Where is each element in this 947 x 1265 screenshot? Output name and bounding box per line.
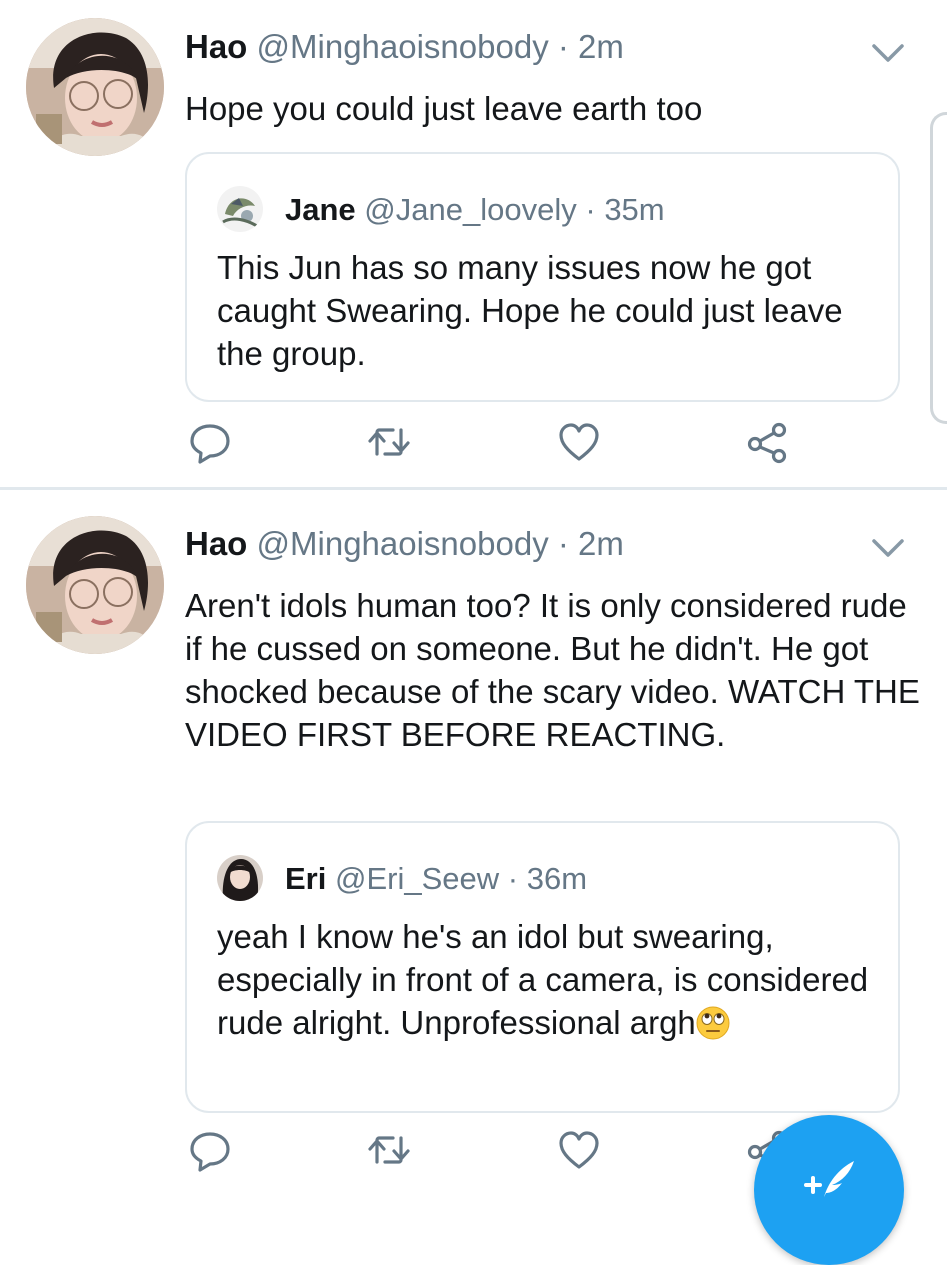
quoted-header: Jane @Jane_loovely · 35m bbox=[285, 190, 665, 230]
avatar[interactable] bbox=[26, 18, 164, 156]
like-button[interactable] bbox=[549, 1120, 609, 1180]
face-with-rolling-eyes-icon bbox=[696, 1006, 730, 1040]
quoted-author-name: Jane bbox=[285, 192, 356, 227]
reply-button[interactable] bbox=[180, 412, 240, 472]
quoted-timestamp: 36m bbox=[526, 861, 588, 896]
quoted-author-name: Eri bbox=[285, 861, 327, 896]
tweet[interactable]: Hao @Minghaoisnobody · 2m Hope you could… bbox=[0, 0, 947, 488]
retweet-icon bbox=[368, 1136, 410, 1164]
separator-dot: · bbox=[557, 525, 569, 562]
reply-button[interactable] bbox=[180, 1120, 240, 1180]
quoted-text: This Jun has so many issues now he got c… bbox=[217, 249, 843, 372]
chevron-down-icon[interactable] bbox=[870, 536, 906, 560]
quoted-author-handle: @Jane_loovely bbox=[364, 192, 577, 227]
like-button[interactable] bbox=[549, 412, 609, 472]
tweet-header: Hao @Minghaoisnobody · 2m bbox=[185, 524, 624, 564]
reply-icon bbox=[190, 424, 230, 464]
quoted-timestamp: 35m bbox=[604, 192, 665, 227]
quoted-text-block: yeah I know he's an idol but swearing, e… bbox=[217, 915, 877, 1044]
quoted-tweet[interactable]: Jane @Jane_loovely · 35m This Jun has so… bbox=[185, 152, 900, 402]
retweet-button[interactable] bbox=[359, 412, 419, 472]
tweet-actions bbox=[0, 412, 947, 472]
separator-dot: · bbox=[507, 861, 519, 896]
tweet-text: Hope you could just leave earth too bbox=[185, 90, 703, 127]
like-icon bbox=[559, 1131, 599, 1169]
timestamp[interactable]: 2m bbox=[578, 525, 624, 562]
tweet-text: Aren't idols human too? It is only consi… bbox=[185, 587, 920, 753]
compose-tweet-button[interactable] bbox=[754, 1115, 904, 1265]
quoted-text: yeah I know he's an idol but swearing, e… bbox=[217, 918, 869, 1041]
chevron-down-icon[interactable] bbox=[870, 41, 906, 65]
compose-tweet-icon bbox=[804, 1161, 854, 1197]
separator-dot: · bbox=[585, 192, 596, 227]
avatar-photo bbox=[26, 18, 164, 156]
quoted-author-handle: @Eri_Seew bbox=[334, 861, 500, 896]
retweet-icon bbox=[368, 428, 410, 456]
avatar[interactable] bbox=[26, 516, 164, 654]
quoted-avatar bbox=[217, 855, 263, 901]
share-icon bbox=[747, 422, 787, 464]
scrollbar[interactable] bbox=[930, 112, 947, 424]
author-handle[interactable]: @Minghaoisnobody bbox=[257, 28, 549, 65]
quoted-avatar bbox=[217, 186, 263, 232]
reply-icon bbox=[190, 1132, 230, 1172]
quoted-header: Eri @Eri_Seew · 36m bbox=[285, 859, 587, 899]
tweet[interactable]: Hao @Minghaoisnobody · 2m Aren't idols h… bbox=[0, 490, 947, 1200]
tweet-header: Hao @Minghaoisnobody · 2m bbox=[185, 27, 624, 67]
like-icon bbox=[559, 423, 599, 461]
author-handle[interactable]: @Minghaoisnobody bbox=[257, 525, 549, 562]
author-name[interactable]: Hao bbox=[185, 28, 247, 65]
share-button[interactable] bbox=[737, 412, 797, 472]
separator-dot: · bbox=[557, 28, 569, 65]
retweet-button[interactable] bbox=[359, 1120, 419, 1180]
avatar-photo bbox=[26, 516, 164, 654]
timestamp[interactable]: 2m bbox=[578, 28, 624, 65]
quoted-tweet[interactable]: Eri @Eri_Seew · 36m yeah I know he's an … bbox=[185, 821, 900, 1113]
author-name[interactable]: Hao bbox=[185, 525, 247, 562]
